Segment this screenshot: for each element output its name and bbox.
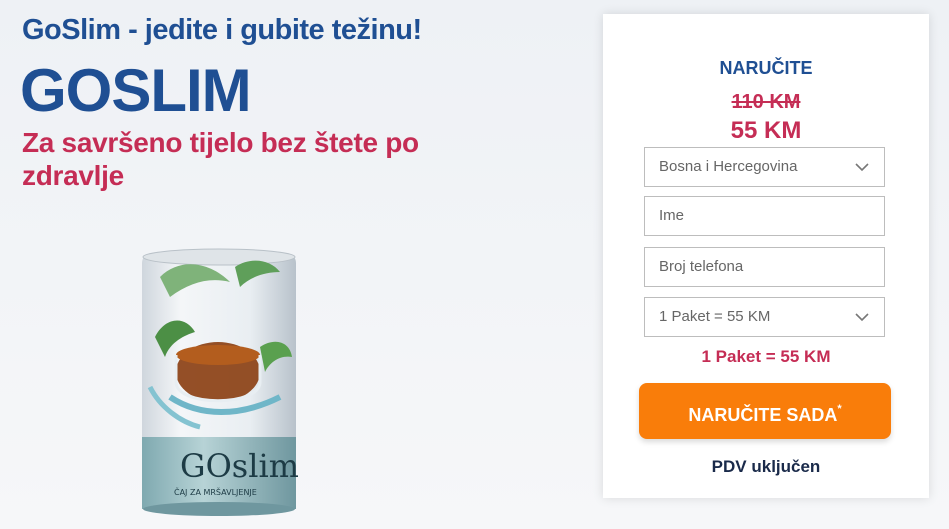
country-select[interactable]: Bosna i Hercegovina [644,147,885,187]
order-form: NARUČITE 110 KM 55 KM Bosna i Hercegovin… [603,14,929,498]
hero-tagline: GoSlim - jedite i gubite težinu! [22,14,422,46]
vat-note: PDV uključen [711,457,821,476]
chevron-down-icon [855,313,869,322]
order-title: NARUČITE [719,58,813,78]
package-select[interactable]: 1 Paket = 55 KM [644,297,885,337]
name-input[interactable]: Ime [644,196,885,236]
phone-input-placeholder: Broj telefona [659,258,744,275]
old-price: 110 KM [731,91,801,113]
product-label-caption: ČAJ ZA MRŠAVLJENJE [174,486,257,497]
hero-subtitle: Za savršeno tijelo bez štete po zdravlje [22,127,419,191]
chevron-down-icon [855,163,869,172]
brand-title: GOSLIM [20,57,252,124]
product-image: GOslim ČAJ ZA MRŠAVLJENJE [140,247,299,517]
country-select-value: Bosna i Hercegovina [659,158,798,175]
product-label-brand: GOslim [180,447,298,485]
phone-input[interactable]: Broj telefona [644,247,885,287]
new-price: 55 KM [730,117,802,144]
order-now-button[interactable]: NARUČITE SADA* [639,383,891,439]
name-input-placeholder: Ime [659,207,685,224]
package-select-value: 1 Paket = 55 KM [659,308,771,325]
order-now-button-mark: * [837,403,842,415]
order-now-button-label: NARUČITE SADA [688,405,838,425]
package-summary: 1 Paket = 55 KM [701,347,831,366]
